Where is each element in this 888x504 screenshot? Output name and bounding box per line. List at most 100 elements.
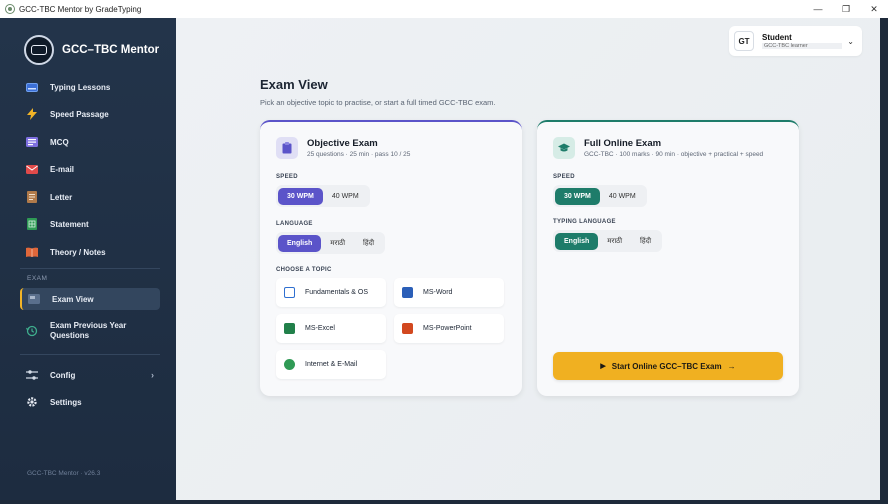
typing-language-label: TYPING LANGUAGE [553,219,616,225]
word-doc-icon [402,287,413,298]
user-menu[interactable]: GT Student GCC-TBC learner ⌄ [729,26,862,56]
close-icon[interactable]: ✕ [860,0,888,18]
sheet-icon [26,218,38,230]
topic-fundamentals-os[interactable]: Fundamentals & OS [276,278,386,307]
sidebar-item-typing-lessons[interactable]: Typing Lessons [20,76,160,98]
sidebar-item-label: Typing Lessons [50,82,111,92]
page-subtitle: Pick an objective topic to practise, or … [260,98,496,107]
full-online-exam-card: Full Online Exam GCC-TBC · 100 marks · 9… [537,120,799,396]
language-option-marathi[interactable]: मराठी [321,235,354,252]
powerpoint-doc-icon [402,323,413,334]
topic-internet-email[interactable]: Internet & E-Mail [276,350,386,379]
sidebar-item-settings[interactable]: Settings [20,391,160,413]
keyboard-icon [26,81,38,93]
sidebar-item-label: Statement [50,219,89,229]
speed-option-40[interactable]: 40 WPM [600,188,645,205]
language-option-hindi[interactable]: हिंदी [631,233,660,250]
user-info: Student GCC-TBC learner [762,33,842,49]
speed-option-40[interactable]: 40 WPM [323,188,368,205]
sidebar-divider [20,354,160,355]
topic-label: CHOOSE A TOPIC [276,267,332,273]
start-online-exam-button[interactable]: ▶ Start Online GCC–TBC Exam → [553,352,783,380]
arrow-right-icon: → [727,361,736,371]
speed-option-30[interactable]: 30 WPM [278,187,323,205]
topic-ms-word[interactable]: MS-Word [394,278,504,307]
sidebar-item-label: E-mail [50,164,75,174]
mail-icon [26,163,38,175]
sidebar-item-config[interactable]: Config › [20,364,160,386]
brand-logo-icon [24,35,54,65]
objective-exam-card: Objective Exam 25 questions · 25 min · p… [260,120,522,396]
exam-icon [28,293,40,305]
brand: GCC–TBC Mentor [24,35,159,65]
speed-label: SPEED [553,174,575,180]
history-icon [26,325,38,337]
language-option-english[interactable]: English [555,232,599,250]
sidebar-section-exam: EXAM [27,275,48,282]
sidebar-item-label: MCQ [50,137,69,147]
language-label: LANGUAGE [276,221,313,227]
chevron-down-icon: ⌄ [847,36,854,46]
topic-ms-powerpoint[interactable]: MS-PowerPoint [394,314,504,343]
start-button-label: Start Online GCC–TBC Exam [611,361,722,371]
sidebar-item-email[interactable]: E-mail [20,158,160,180]
sidebar-item-label: Letter [50,192,73,202]
app-icon [5,4,15,14]
topic-label-text: MS-Excel [305,325,335,332]
play-icon: ▶ [600,363,606,370]
monitor-icon [284,287,295,298]
app-version: GCC-TBC Mentor · v26.3 [27,470,101,477]
topic-ms-excel[interactable]: MS-Excel [276,314,386,343]
minimize-icon[interactable]: — [804,0,832,18]
sidebar-item-mcq[interactable]: MCQ [20,131,160,153]
page-title: Exam View [260,77,328,92]
avatar: GT [734,31,754,51]
window-frame-bottom [0,500,888,504]
language-option-english[interactable]: English [278,234,322,252]
speed-selector: 30 WPM 40 WPM [553,185,647,207]
sidebar-item-exam-previous-year[interactable]: Exam Previous Year Questions [20,318,160,344]
card-title: Objective Exam [307,138,378,149]
language-option-marathi[interactable]: मराठी [598,233,631,250]
restore-icon[interactable]: ❐ [832,0,860,18]
bolt-icon [26,108,38,120]
sidebar-item-label: Config [50,370,76,380]
sidebar-item-exam-view[interactable]: Exam View [20,288,160,310]
language-option-hindi[interactable]: हिंदी [354,235,383,252]
card-meta: 25 questions · 25 min · pass 10 / 25 [307,151,411,158]
chevron-right-icon: › [151,370,154,380]
language-selector: English मराठी हिंदी [553,230,663,252]
graduation-cap-icon [553,137,575,159]
sidebar-item-label: Speed Passage [50,109,109,119]
sliders-icon [26,369,38,381]
user-name: Student [762,33,792,42]
window-frame-right [880,18,888,504]
card-header: Objective Exam 25 questions · 25 min · p… [276,137,410,159]
window-titlebar: GCC-TBC Mentor by GradeTyping — ❐ ✕ [0,0,888,18]
card-header: Full Online Exam GCC-TBC · 100 marks · 9… [553,137,763,159]
speed-label: SPEED [276,174,298,180]
main-content: GT Student GCC-TBC learner ⌄ Exam View P… [176,18,880,500]
sidebar-item-statement[interactable]: Statement [20,213,160,235]
speed-selector: 30 WPM 40 WPM [276,185,370,207]
language-selector: English मराठी हिंदी [276,232,386,254]
sidebar-item-label: Exam View [52,294,94,304]
card-meta: GCC-TBC · 100 marks · 90 min · objective… [584,151,764,158]
globe-icon [284,359,295,370]
topic-label-text: MS-PowerPoint [423,325,472,332]
sidebar-item-letter[interactable]: Letter [20,186,160,208]
brand-name: GCC–TBC Mentor [62,44,160,56]
sidebar-item-theory-notes[interactable]: Theory / Notes [20,241,160,263]
card-title: Full Online Exam [584,138,662,149]
clipboard-icon [276,137,298,159]
speed-option-30[interactable]: 30 WPM [555,187,600,205]
sidebar-item-label: Theory / Notes [50,247,106,257]
sidebar-item-label: Settings [50,397,82,407]
window-title: GCC-TBC Mentor by GradeTyping [19,4,142,14]
topic-label-text: MS-Word [423,289,453,296]
book-icon [26,246,38,258]
sidebar: GCC–TBC Mentor Typing Lessons Speed Pass… [0,18,176,500]
sidebar-item-speed-passage[interactable]: Speed Passage [20,103,160,125]
excel-doc-icon [284,323,295,334]
sidebar-item-label: Exam Previous Year Questions [50,321,127,340]
